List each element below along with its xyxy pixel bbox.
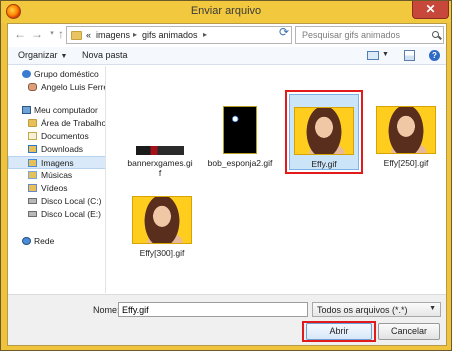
chevron-down-icon[interactable]: ▼ <box>382 51 389 58</box>
file-item[interactable]: bob_esponja2.gif <box>201 96 279 180</box>
file-tile: Effy[250].gif <box>369 98 443 178</box>
preview-pane-icon[interactable] <box>404 50 415 61</box>
navigation-row: ← → ▾ ↑ « imagens ▸ gifs animados ▸ ▾ ⟳ … <box>8 24 446 44</box>
disk-icon <box>28 198 37 204</box>
open-button-highlight: Abrir <box>302 321 376 342</box>
nav-item-label: Meu computador <box>34 105 98 115</box>
file-item[interactable]: Effy[300].gif <box>123 186 201 270</box>
file-name: Effy.gif <box>311 159 337 169</box>
file-thumbnail <box>136 146 184 155</box>
file-tile: bob_esponja2.gif <box>203 98 277 178</box>
nav-item-label: Angelo Luis Ferre <box>41 82 106 92</box>
file-item[interactable]: bannerxgames.gi f <box>121 96 199 180</box>
file-name-input[interactable] <box>118 302 308 317</box>
search-icon[interactable] <box>432 31 439 38</box>
nav-item-user[interactable]: Angelo Luis Ferre <box>8 81 106 94</box>
organize-label: Organizar <box>18 50 58 60</box>
command-bar: Organizar ▼ Nova pasta ▼ ? <box>8 47 446 65</box>
file-tile: Effy[300].gif <box>125 188 199 268</box>
new-folder-button[interactable]: Nova pasta <box>82 50 128 60</box>
cancel-button[interactable]: Cancelar <box>378 323 440 340</box>
videos-icon <box>28 184 37 192</box>
nav-item-network[interactable]: Rede <box>8 235 105 248</box>
file-type-select[interactable]: Todos os arquivos (*.*) ▼ <box>312 302 441 317</box>
change-view-icon[interactable] <box>367 51 379 60</box>
disk-icon <box>28 211 37 217</box>
forward-arrow-icon[interactable]: → <box>30 27 44 41</box>
file-name-label: Nome: <box>93 305 120 315</box>
refresh-icon[interactable]: ⟳ <box>279 25 289 39</box>
window-title: Enviar arquivo <box>190 5 262 17</box>
nav-item-disk-c[interactable]: Disco Local (C:) <box>8 195 105 208</box>
music-icon <box>28 171 37 179</box>
nav-item-documents[interactable]: Documentos <box>8 130 105 143</box>
breadcrumb-overflow[interactable]: « <box>86 30 91 40</box>
file-item[interactable]: Effy[250].gif <box>367 96 445 180</box>
nav-item-label: Documentos <box>41 131 89 141</box>
dialog-footer: Nome: Todos os arquivos (*.*) ▼ Abrir Ca… <box>8 294 446 345</box>
file-name: Effy[250].gif <box>383 158 429 168</box>
file-name: Effy[300].gif <box>139 248 185 258</box>
nav-item-downloads[interactable]: Downloads <box>8 143 105 156</box>
file-name-wrap: f <box>158 168 162 178</box>
breadcrumb-imagens[interactable]: imagens <box>96 30 130 40</box>
file-item-selected[interactable]: Effy.gif <box>285 90 363 174</box>
address-bar[interactable]: « imagens ▸ gifs animados ▸ ▾ <box>66 26 328 44</box>
back-arrow-icon[interactable]: ← <box>13 27 27 41</box>
file-tile: bannerxgames.gi f <box>123 98 197 178</box>
file-type-value: Todos os arquivos (*.*) <box>317 305 408 315</box>
file-thumbnail <box>376 106 436 154</box>
nav-item-homegroup[interactable]: Grupo doméstico <box>8 68 105 81</box>
computer-icon <box>22 106 31 114</box>
nav-item-label: Vídeos <box>41 183 68 193</box>
nav-item-label: Disco Local (C:) <box>41 196 102 206</box>
file-thumbnail <box>223 106 257 154</box>
nav-item-videos[interactable]: Vídeos <box>8 182 105 195</box>
close-button[interactable]: ✕ <box>412 1 449 19</box>
nav-item-label: Área de Trabalho <box>41 118 106 128</box>
nav-item-label: Músicas <box>41 170 73 180</box>
search-placeholder: Pesquisar gifs animados <box>302 30 401 40</box>
desktop-folder-icon <box>28 119 37 127</box>
pictures-icon <box>28 159 37 167</box>
nav-item-label: Rede <box>34 236 55 246</box>
documents-icon <box>28 132 37 140</box>
nav-item-desktop[interactable]: Área de Trabalho <box>8 117 106 130</box>
nav-item-music[interactable]: Músicas <box>8 169 105 182</box>
file-name: bannerxgames.gi <box>127 158 193 168</box>
navigation-pane[interactable]: Grupo doméstico Angelo Luis Ferre Meu co… <box>8 66 106 293</box>
chevron-down-icon: ▼ <box>60 53 68 60</box>
downloads-icon <box>28 145 37 153</box>
nav-item-label: Downloads <box>41 144 84 154</box>
dialog-window: Enviar arquivo ✕ ← → ▾ ↑ « imagens ▸ gif… <box>0 0 452 351</box>
help-icon[interactable]: ? <box>429 50 440 61</box>
user-icon <box>28 83 37 91</box>
breadcrumb-gifs-animados[interactable]: gifs animados <box>142 30 198 40</box>
nav-item-disk-e[interactable]: Disco Local (E:) <box>8 208 105 221</box>
organize-menu[interactable]: Organizar ▼ <box>18 50 67 60</box>
network-icon <box>22 237 31 245</box>
chevron-down-icon: ▼ <box>429 305 436 312</box>
folder-icon <box>71 31 82 40</box>
file-thumbnail <box>132 196 192 244</box>
title-bar[interactable]: Enviar arquivo ✕ <box>1 1 451 23</box>
search-box[interactable]: Pesquisar gifs animados <box>295 26 444 44</box>
nav-item-label: Imagens <box>41 158 74 168</box>
file-thumbnail <box>294 107 354 155</box>
homegroup-icon <box>22 70 31 78</box>
dialog-client: ← → ▾ ↑ « imagens ▸ gifs animados ▸ ▾ ⟳ … <box>7 23 447 346</box>
file-name: bob_esponja2.gif <box>207 158 273 168</box>
nav-item-label: Disco Local (E:) <box>41 209 101 219</box>
breadcrumb-separator-icon[interactable]: ▸ <box>133 30 137 39</box>
nav-item-pictures[interactable]: Imagens <box>8 156 105 169</box>
nav-item-computer[interactable]: Meu computador <box>8 104 105 117</box>
file-tile: Effy.gif <box>289 94 359 170</box>
file-list[interactable]: bannerxgames.gi f bob_esponja2.gif Effy.… <box>107 66 446 293</box>
nav-item-label: Grupo doméstico <box>34 69 99 79</box>
open-button[interactable]: Abrir <box>306 323 372 340</box>
breadcrumb-separator-icon[interactable]: ▸ <box>203 30 207 39</box>
